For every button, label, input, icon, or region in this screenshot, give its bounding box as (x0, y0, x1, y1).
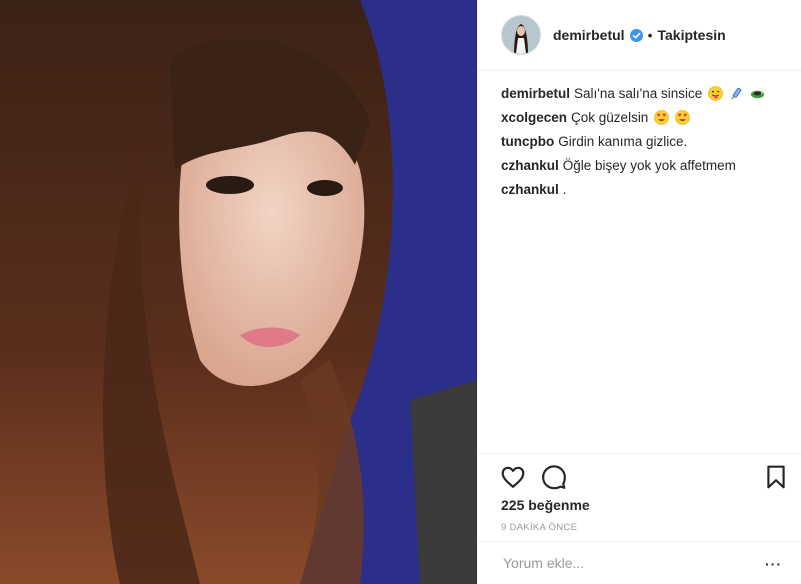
heart-eyes-emoji-icon (654, 110, 669, 125)
comment-item: demirbetul Salı'na salı'na sinsice (501, 85, 785, 103)
selfie-image (0, 0, 477, 584)
avatar-image (502, 16, 540, 54)
comment-text: Girdin kanıma gizlice. (558, 134, 688, 149)
following-button[interactable]: Takiptesin (657, 27, 725, 43)
like-count[interactable]: 225 beğenme (501, 497, 590, 513)
comment-form: ··· (478, 541, 801, 584)
comment-username[interactable]: demirbetul (501, 86, 570, 101)
snake-emoji-icon (750, 90, 764, 99)
comment-bubble-icon[interactable] (541, 464, 567, 490)
comment-item: xcolgecen Çok güzelsin (501, 109, 785, 127)
comment-item: czhankul Öğle bişey yok yok affetmem (501, 157, 785, 175)
comment-text: . (562, 182, 567, 197)
comment-list: demirbetul Salı'na salı'na sinsice xcolg… (478, 71, 801, 199)
comment-input[interactable] (501, 554, 705, 572)
comment-text: Salı'na salı'na sinsice (574, 86, 703, 101)
comment-username[interactable]: czhankul (501, 158, 559, 173)
comment-username[interactable]: tuncpbo (501, 134, 554, 149)
bookmark-icon[interactable] (763, 464, 789, 490)
comment-username[interactable]: xcolgecen (501, 110, 567, 125)
action-bar (478, 453, 801, 498)
verified-badge-icon (629, 28, 643, 42)
more-options-button[interactable]: ··· (765, 556, 782, 572)
author-username[interactable]: demirbetul (553, 27, 625, 43)
comment-item: tuncpbo Girdin kanıma gizlice. (501, 133, 785, 151)
heart-outline-icon[interactable] (500, 464, 526, 490)
syringe-emoji-icon (731, 87, 742, 100)
instagram-post-view: demirbetul • Takiptesin demirbetul Salı'n… (0, 0, 801, 584)
post-timestamp[interactable]: 9 DAKİKA ÖNCE (501, 522, 577, 533)
heart-eyes-emoji-icon (675, 110, 690, 125)
comment-text: Öğle bişey yok yok affetmem (562, 158, 736, 173)
post-header: demirbetul • Takiptesin (478, 0, 801, 71)
post-sidebar: demirbetul • Takiptesin demirbetul Salı'n… (477, 0, 801, 584)
post-photo[interactable] (0, 0, 477, 584)
comment-username[interactable]: czhankul (501, 182, 559, 197)
comment-text: Çok güzelsin (571, 110, 649, 125)
comment-item: czhankul. (501, 181, 785, 199)
header-separator: • (647, 27, 653, 43)
avatar[interactable] (501, 15, 541, 55)
tongue-face-emoji-icon (708, 86, 723, 101)
